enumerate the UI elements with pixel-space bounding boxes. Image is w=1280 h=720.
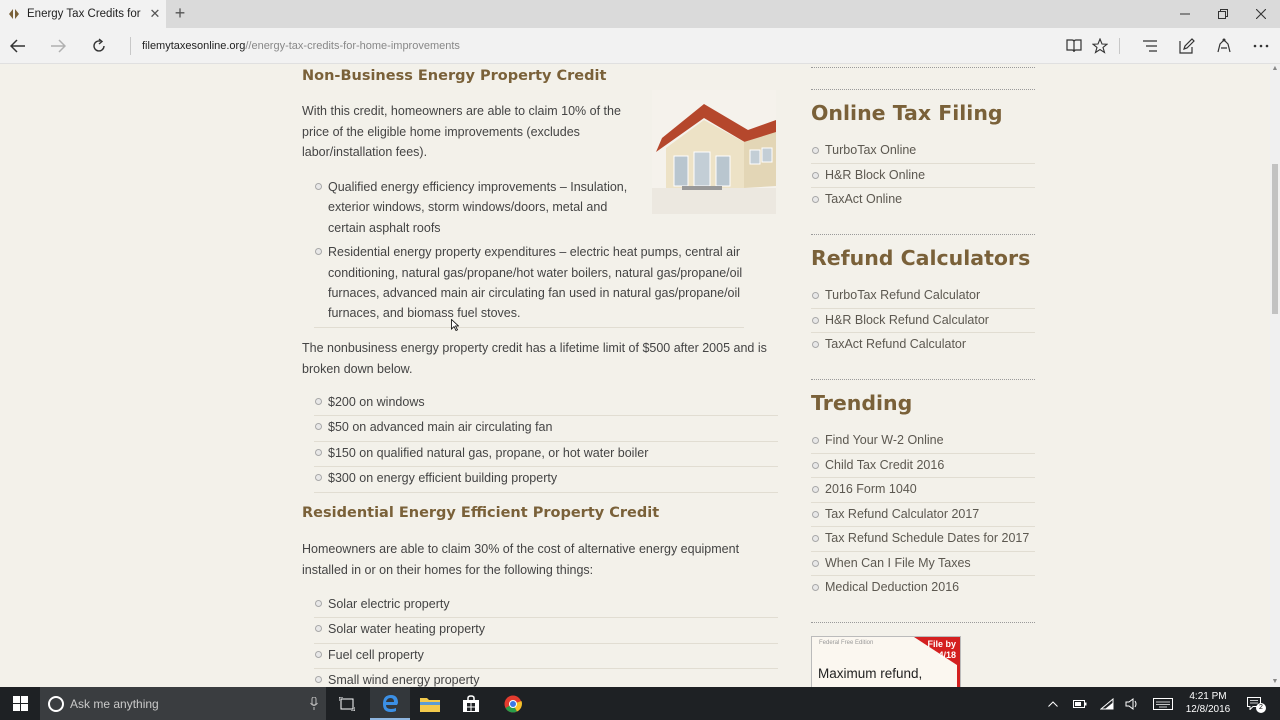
address-bar[interactable]: filemytaxesonline.org//energy-tax-credit… [130,37,460,55]
share-icon[interactable] [1213,35,1235,57]
list-item: Fuel cell property [314,645,778,670]
wifi-icon[interactable] [1098,687,1116,720]
sidebar-link-hrblock-online[interactable]: H&R Block Online [811,165,1035,188]
list-item: Residential energy property expenditures… [314,242,744,328]
tab-title: Energy Tax Credits for H [27,8,144,20]
cortana-search-box[interactable]: Ask me anything [40,687,326,720]
sidebar-link-trending[interactable]: Tax Refund Schedule Dates for 2017 [811,528,1035,552]
tab-strip: Energy Tax Credits for H ✕ + [0,0,1280,28]
notification-count-badge: 2 [1256,703,1266,713]
volume-icon[interactable] [1123,687,1141,720]
show-hidden-icons-chevron-icon[interactable] [1045,687,1061,720]
list-item: $50 on advanced main air circulating fan [314,417,778,442]
cortana-icon [48,695,64,712]
hub-icon[interactable] [1139,35,1161,57]
edge-browser-icon[interactable] [370,687,410,720]
divider [811,89,1035,90]
windows-start-icon[interactable] [0,687,40,720]
divider [811,622,1035,623]
sidebar-link-hrblock-calculator[interactable]: H&R Block Refund Calculator [811,310,1035,333]
ad-headline: Maximum refund, [818,666,923,681]
microphone-icon[interactable] [310,697,318,710]
new-tab-icon[interactable]: + [172,4,188,22]
more-options-icon[interactable] [1250,35,1272,57]
task-view-icon[interactable] [327,687,367,720]
sidebar-link-trending[interactable]: Medical Deduction 2016 [811,577,1035,600]
sidebar-link-trending[interactable]: When Can I File My Taxes [811,553,1035,576]
sidebar-link-taxact-online[interactable]: TaxAct Online [811,189,1035,212]
refund-calculators-title: Refund Calculators [811,246,1031,270]
file-explorer-icon[interactable] [410,687,450,720]
section-heading-residential: Residential Energy Efficient Property Cr… [302,505,660,521]
refresh-icon[interactable] [88,35,110,57]
mouse-cursor-icon [451,319,459,331]
navigation-bar: filemytaxesonline.org//energy-tax-credit… [0,28,1280,64]
web-note-icon[interactable] [1176,35,1198,57]
keyboard-icon[interactable] [1151,687,1175,720]
ad-small-text: Federal Free Edition [819,640,874,646]
system-clock[interactable]: 4:21 PM 12/8/2016 [1180,690,1236,716]
sidebar-link-trending[interactable]: Child Tax Credit 2016 [811,455,1035,478]
divider [811,234,1035,235]
clock-time: 4:21 PM [1189,691,1227,702]
close-tab-icon[interactable]: ✕ [148,6,162,22]
lifetime-limit-paragraph: The nonbusiness energy property credit h… [302,341,767,376]
equipment-list: Solar electric property Solar water heat… [314,594,778,687]
list-item: Solar water heating property [314,619,778,644]
divider [811,379,1035,380]
online-filing-links: TurboTax Online H&R Block Online TaxAct … [811,140,1035,213]
toolbar-divider [1119,38,1120,54]
favorite-star-icon[interactable] [1089,35,1111,57]
page-scrollbar[interactable]: ▲ ▼ [1270,64,1280,687]
restore-icon[interactable] [1204,0,1242,28]
url-domain: filemytaxesonline.org [142,40,246,52]
site-favicon-icon [9,9,19,19]
url-path: //energy-tax-credits-for-home-improvemen… [245,40,460,52]
list-item: Small wind energy property [314,670,778,687]
section-heading-nonbusiness: Non-Business Energy Property Credit [302,68,607,84]
reading-view-icon[interactable] [1063,35,1085,57]
list-item: $300 on energy efficient building proper… [314,468,778,493]
scroll-up-icon[interactable]: ▲ [1270,64,1280,74]
intro-paragraph: With this credit, homeowners are able to… [302,104,621,159]
divider [811,67,1035,68]
list-item: Solar electric property [314,594,778,619]
clock-date: 12/8/2016 [1185,704,1231,715]
page-content: Non-Business Energy Property Credit With… [0,64,1270,687]
sidebar-link-trending[interactable]: Tax Refund Calculator 2017 [811,504,1035,527]
store-icon[interactable] [451,687,491,720]
residential-paragraph: Homeowners are able to claim 30% of the … [302,542,740,577]
close-window-icon[interactable] [1242,0,1280,28]
trending-title: Trending [811,391,913,415]
ad-badge-text: File by 4/18 [927,639,956,660]
sidebar-link-trending[interactable]: 2016 Form 1040 [811,479,1035,503]
browser-tab[interactable]: Energy Tax Credits for H ✕ [0,0,166,28]
sidebar-link-trending[interactable]: Find Your W-2 Online [811,430,1035,454]
taskbar: Ask me anything 4:21 PM 12/8/2016 2 [0,687,1280,720]
list-item: $150 on qualified natural gas, propane, … [314,443,778,468]
refund-calculator-links: TurboTax Refund Calculator H&R Block Ref… [811,285,1035,358]
advertisement-banner[interactable]: Federal Free Edition File by 4/18 Maximu… [811,636,961,687]
minimize-icon[interactable] [1166,0,1204,28]
sidebar-link-taxact-calculator[interactable]: TaxAct Refund Calculator [811,334,1035,357]
sidebar-link-turbotax-calculator[interactable]: TurboTax Refund Calculator [811,285,1035,309]
limits-list: $200 on windows $50 on advanced main air… [314,392,778,494]
ad-accent [957,665,960,687]
chrome-icon[interactable] [493,687,533,720]
scroll-thumb[interactable] [1272,164,1278,314]
search-placeholder: Ask me anything [70,696,159,711]
scroll-down-icon[interactable]: ▼ [1270,677,1280,687]
forward-arrow-icon[interactable] [47,35,69,57]
battery-icon[interactable] [1071,687,1089,720]
house-image [652,90,776,214]
trending-links: Find Your W-2 Online Child Tax Credit 20… [811,430,1035,601]
sidebar-link-turbotax-online[interactable]: TurboTax Online [811,140,1035,164]
list-item: Qualified energy efficiency improvements… [314,177,634,241]
back-arrow-icon[interactable] [7,35,29,57]
online-tax-filing-title: Online Tax Filing [811,101,1003,125]
list-item: $200 on windows [314,392,778,417]
